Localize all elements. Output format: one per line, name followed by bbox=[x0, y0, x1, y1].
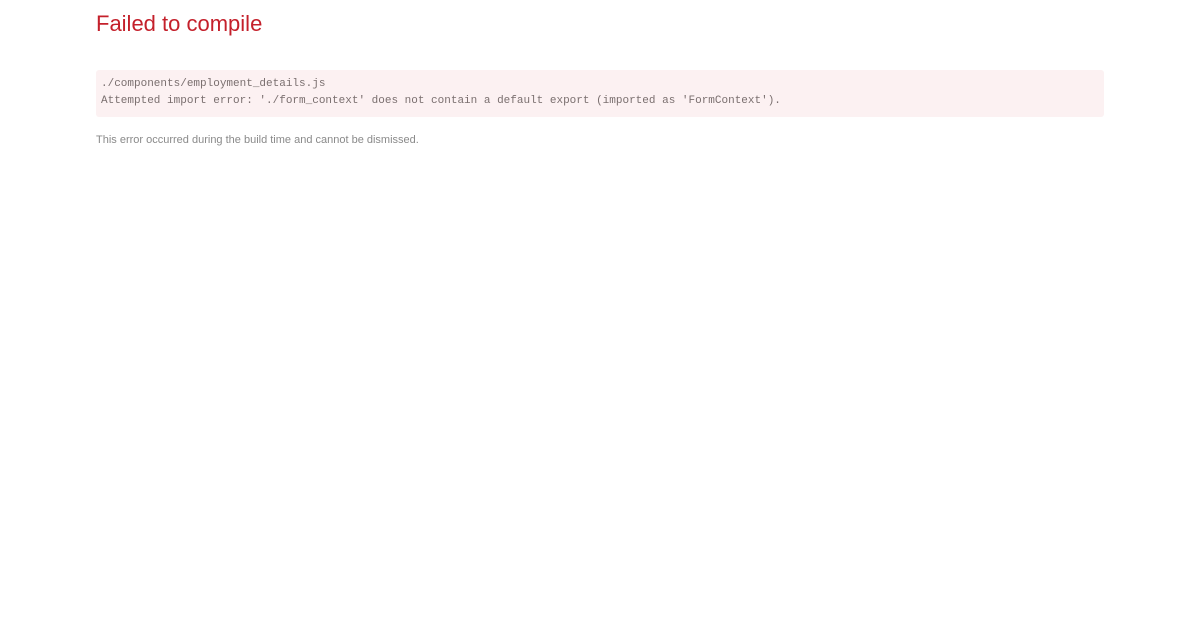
error-message-box: ./components/employment_details.js Attem… bbox=[96, 70, 1104, 117]
build-time-note: This error occurred during the build tim… bbox=[96, 134, 419, 146]
error-file-path: ./components/employment_details.js bbox=[101, 78, 326, 90]
error-message-text: Attempted import error: './form_context'… bbox=[101, 95, 781, 107]
error-title: Failed to compile bbox=[96, 11, 263, 36]
error-overlay: Failed to compile ./components/employmen… bbox=[96, 0, 1104, 147]
